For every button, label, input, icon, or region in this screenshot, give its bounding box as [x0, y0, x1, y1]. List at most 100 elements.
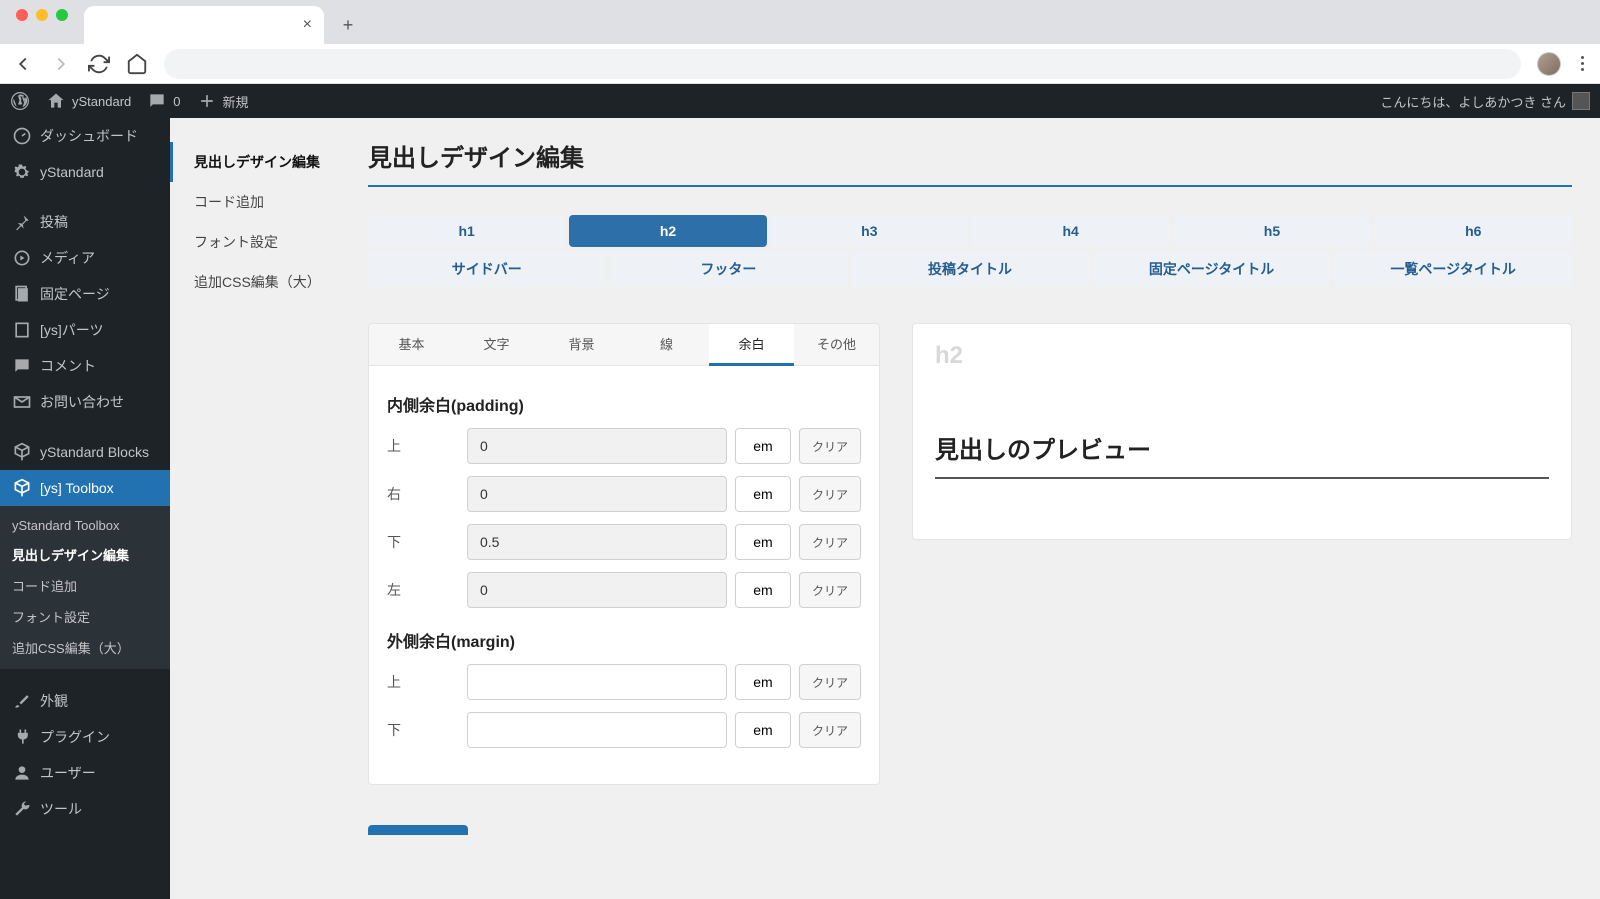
sidebar-item-users[interactable]: ユーザー	[0, 755, 170, 791]
heading-tab-footer[interactable]: フッター	[610, 251, 848, 287]
inner-menu-item[interactable]: 見出しデザイン編集	[170, 142, 360, 182]
home-icon	[46, 91, 66, 111]
page-icon	[12, 320, 32, 340]
submenu-item[interactable]: yStandard Toolbox	[0, 512, 170, 539]
sidebar-item-posts[interactable]: 投稿	[0, 204, 170, 240]
reload-button[interactable]	[88, 53, 110, 75]
padding-right-input[interactable]	[467, 476, 727, 512]
sidebar-item-plugins[interactable]: プラグイン	[0, 719, 170, 755]
unit-selector[interactable]: em	[735, 664, 791, 700]
padding-top-input[interactable]	[467, 428, 727, 464]
padding-bottom-input[interactable]	[467, 524, 727, 560]
brush-icon	[12, 691, 32, 711]
new-content-link[interactable]: 新規	[197, 91, 249, 111]
clear-button[interactable]: クリア	[799, 428, 861, 464]
heading-tab-page-title[interactable]: 固定ページタイトル	[1093, 251, 1331, 287]
sidebar-item-media[interactable]: メディア	[0, 240, 170, 276]
inner-menu-item[interactable]: フォント設定	[170, 222, 360, 262]
cube-icon	[12, 478, 32, 498]
forward-button[interactable]	[50, 53, 72, 75]
heading-tab-h2[interactable]: h2	[569, 215, 766, 247]
heading-tab-h4[interactable]: h4	[972, 215, 1169, 247]
unit-selector[interactable]: em	[735, 428, 791, 464]
close-window-button[interactable]	[16, 9, 28, 21]
browser-menu-button[interactable]	[1577, 52, 1588, 75]
heading-tab-sidebar[interactable]: サイドバー	[368, 251, 606, 287]
window-controls	[0, 9, 84, 35]
tab-spacing[interactable]: 余白	[709, 324, 794, 366]
unit-selector[interactable]: em	[735, 712, 791, 748]
sidebar-item-ystandard[interactable]: yStandard	[0, 154, 170, 190]
submenu-item[interactable]: 追加CSS編集（大）	[0, 632, 170, 663]
sidebar-item-dashboard[interactable]: ダッシュボード	[0, 118, 170, 154]
unit-selector[interactable]: em	[735, 524, 791, 560]
home-button[interactable]	[126, 53, 148, 75]
heading-tab-h3[interactable]: h3	[771, 215, 968, 247]
page-icon	[12, 284, 32, 304]
submenu-item[interactable]: フォント設定	[0, 601, 170, 632]
admin-sidebar: ダッシュボード yStandard 投稿 メディア 固定ページ [ys]パーツ …	[0, 118, 170, 899]
inner-menu-item[interactable]: 追加CSS編集（大）	[170, 262, 360, 302]
margin-top-input[interactable]	[467, 664, 727, 700]
minimize-window-button[interactable]	[36, 9, 48, 21]
unit-selector[interactable]: em	[735, 572, 791, 608]
padding-left-input[interactable]	[467, 572, 727, 608]
sidebar-item-ysparts[interactable]: [ys]パーツ	[0, 312, 170, 348]
heading-tab-post-title[interactable]: 投稿タイトル	[851, 251, 1089, 287]
maximize-window-button[interactable]	[56, 9, 68, 21]
heading-tab-h5[interactable]: h5	[1173, 215, 1370, 247]
sidebar-item-pages[interactable]: 固定ページ	[0, 276, 170, 312]
site-name-link[interactable]: yStandard	[46, 91, 131, 111]
margin-bottom-input[interactable]	[467, 712, 727, 748]
settings-submenu: 見出しデザイン編集 コード追加 フォント設定 追加CSS編集（大）	[170, 118, 360, 899]
plus-icon	[197, 91, 217, 111]
row-label: 上	[387, 436, 459, 456]
sidebar-item-comments[interactable]: コメント	[0, 348, 170, 384]
tab-text[interactable]: 文字	[454, 324, 539, 365]
sidebar-item-contact[interactable]: お問い合わせ	[0, 384, 170, 420]
margin-group-label: 外側余白(margin)	[387, 628, 861, 652]
tab-background[interactable]: 背景	[539, 324, 624, 365]
inner-menu-item[interactable]: コード追加	[170, 182, 360, 222]
sidebar-item-appearance[interactable]: 外観	[0, 683, 170, 719]
tab-border[interactable]: 線	[624, 324, 709, 365]
main-area: 見出しデザイン編集 コード追加 フォント設定 追加CSS編集（大） 見出しデザイ…	[170, 118, 1600, 899]
margin-top-row: 上 em クリア	[387, 664, 861, 700]
clear-button[interactable]: クリア	[799, 524, 861, 560]
sidebar-item-label: ダッシュボード	[40, 126, 138, 146]
sidebar-item-label: [ys] Toolbox	[40, 480, 114, 496]
sidebar-item-label: ユーザー	[40, 763, 96, 783]
unit-selector[interactable]: em	[735, 476, 791, 512]
heading-tab-archive-title[interactable]: 一覧ページタイトル	[1334, 251, 1572, 287]
comments-link[interactable]: 0	[147, 91, 180, 111]
back-button[interactable]	[12, 53, 34, 75]
submenu-item[interactable]: コード追加	[0, 570, 170, 601]
clear-button[interactable]: クリア	[799, 476, 861, 512]
profile-avatar[interactable]	[1537, 52, 1561, 76]
close-tab-icon[interactable]: ×	[303, 16, 312, 34]
wp-logo[interactable]	[10, 91, 30, 111]
heading-tab-h6[interactable]: h6	[1375, 215, 1572, 247]
clear-button[interactable]: クリア	[799, 712, 861, 748]
account-link[interactable]: こんにちは、よしあかつき さん	[1380, 92, 1590, 111]
active-tab[interactable]: ×	[84, 6, 324, 44]
padding-top-row: 上 em クリア	[387, 428, 861, 464]
sidebar-item-tools[interactable]: ツール	[0, 791, 170, 827]
tab-basic[interactable]: 基本	[369, 324, 454, 365]
clear-button[interactable]: クリア	[799, 664, 861, 700]
save-button[interactable]	[368, 825, 468, 835]
site-name-label: yStandard	[72, 94, 131, 109]
row-label: 右	[387, 484, 459, 504]
wp-admin-bar: yStandard 0 新規 こんにちは、よしあかつき さん	[0, 84, 1600, 118]
url-bar[interactable]	[164, 49, 1521, 79]
new-tab-button[interactable]: +	[334, 11, 362, 39]
sidebar-item-ystoolbox[interactable]: [ys] Toolbox	[0, 470, 170, 506]
tab-other[interactable]: その他	[794, 324, 879, 365]
sidebar-item-label: yStandard Blocks	[40, 444, 149, 460]
heading-tab-h1[interactable]: h1	[368, 215, 565, 247]
submenu-item[interactable]: 見出しデザイン編集	[0, 539, 170, 570]
sidebar-item-ysblocks[interactable]: yStandard Blocks	[0, 434, 170, 470]
clear-button[interactable]: クリア	[799, 572, 861, 608]
wordpress-icon	[10, 91, 30, 111]
preview-card: h2 見出しのプレビュー	[912, 323, 1572, 540]
